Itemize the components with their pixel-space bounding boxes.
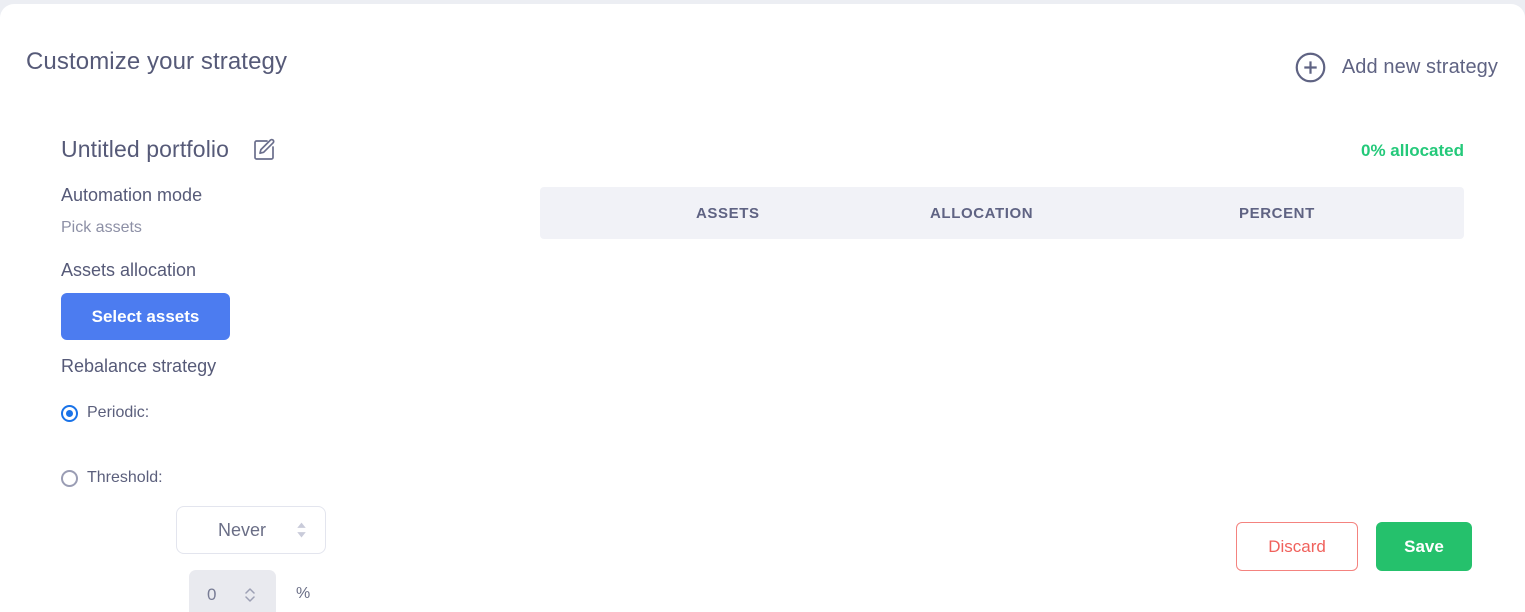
rebalance-period-select[interactable]: Never bbox=[176, 506, 326, 554]
threshold-radio[interactable] bbox=[61, 469, 78, 487]
strategy-settings-panel: Untitled portfolio Automation mode Pick … bbox=[0, 114, 540, 612]
periodic-radio-row[interactable]: Periodic: bbox=[61, 404, 149, 422]
assets-allocation-label: Assets allocation bbox=[61, 260, 197, 280]
threshold-percent-sign: % bbox=[296, 585, 311, 602]
add-new-strategy-label: Add new strategy bbox=[1341, 56, 1498, 78]
threshold-radio-row[interactable]: Threshold: bbox=[61, 469, 163, 487]
page-title: Customize your strategy bbox=[26, 48, 288, 75]
discard-button[interactable]: Discard bbox=[1236, 522, 1358, 571]
strategy-card: Customize your strategy Add new strategy… bbox=[0, 4, 1525, 612]
periodic-radio-label: Periodic: bbox=[87, 404, 150, 421]
periodic-radio[interactable] bbox=[61, 404, 78, 422]
column-header-allocation: ALLOCATION bbox=[930, 204, 1034, 222]
column-header-assets: ASSETS bbox=[696, 204, 760, 222]
assets-table-body bbox=[540, 239, 1464, 484]
portfolio-name: Untitled portfolio bbox=[61, 136, 229, 162]
form-actions: Discard Save bbox=[1236, 522, 1472, 571]
assets-table-header: ASSETS ALLOCATION PERCENT bbox=[540, 187, 1464, 239]
assets-table: ASSETS ALLOCATION PERCENT bbox=[540, 187, 1464, 484]
number-spinner-icon[interactable] bbox=[244, 586, 256, 604]
threshold-radio-label: Threshold: bbox=[87, 469, 163, 486]
automation-mode-value: Pick assets bbox=[61, 219, 142, 236]
automation-mode-label: Automation mode bbox=[61, 185, 203, 205]
column-header-percent: PERCENT bbox=[1239, 204, 1315, 222]
assets-panel: 0% allocated ASSETS ALLOCATION PERCENT D… bbox=[540, 114, 1525, 612]
threshold-value: 0 bbox=[207, 585, 217, 604]
edit-pencil-icon[interactable] bbox=[252, 138, 276, 162]
threshold-number-input[interactable]: 0 bbox=[189, 570, 276, 612]
portfolio-name-row: Untitled portfolio bbox=[61, 136, 276, 163]
select-updown-icon bbox=[297, 522, 306, 538]
select-assets-button[interactable]: Select assets bbox=[61, 293, 230, 340]
add-new-strategy-button[interactable]: Add new strategy bbox=[1294, 51, 1498, 84]
allocated-status-badge: 0% allocated bbox=[1361, 141, 1464, 160]
rebalance-strategy-label: Rebalance strategy bbox=[61, 356, 217, 376]
page-header: Customize your strategy Add new strategy bbox=[0, 4, 1525, 114]
plus-circle-icon bbox=[1295, 52, 1326, 83]
save-button[interactable]: Save bbox=[1376, 522, 1472, 571]
